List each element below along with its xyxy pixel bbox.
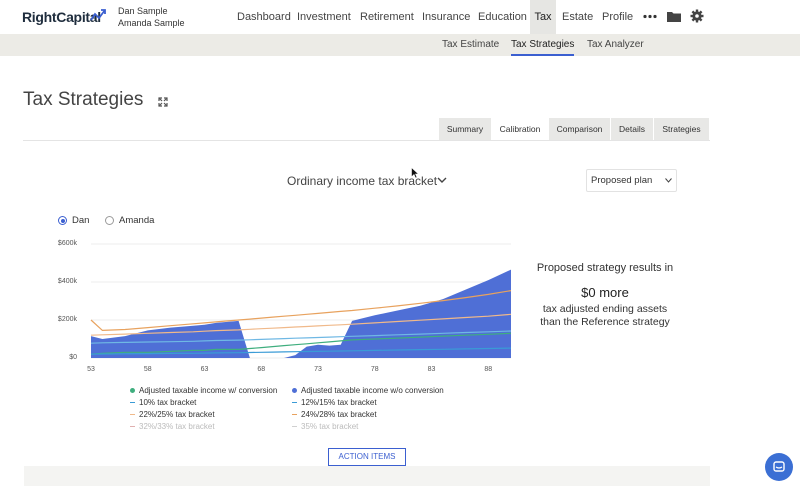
chat-button[interactable] bbox=[765, 453, 793, 481]
result-intro: Proposed strategy results in bbox=[536, 262, 674, 274]
legend-marker bbox=[292, 414, 297, 415]
legend-marker bbox=[130, 402, 135, 403]
x-tick-label: 73 bbox=[314, 366, 322, 373]
legend-item[interactable]: Adjusted taxable income w/ conversion bbox=[130, 386, 277, 395]
legend-item[interactable]: 35% tax bracket bbox=[292, 422, 358, 431]
legend-label: 22%/25% tax bracket bbox=[139, 410, 215, 419]
legend-item[interactable]: 10% tax bracket bbox=[130, 398, 196, 407]
x-tick-label: 63 bbox=[200, 366, 209, 373]
legend-marker bbox=[292, 426, 297, 427]
legend-item[interactable]: 24%/28% tax bracket bbox=[292, 410, 377, 419]
legend-item[interactable]: 32%/33% tax bracket bbox=[130, 422, 215, 431]
legend-marker bbox=[292, 388, 297, 393]
legend-item[interactable]: 22%/25% tax bracket bbox=[130, 410, 215, 419]
y-tick-label: $0 bbox=[69, 354, 77, 361]
legend-label: 35% tax bracket bbox=[301, 422, 359, 431]
y-tick-label: $400k bbox=[57, 278, 77, 285]
result-amount: $0 more bbox=[581, 285, 629, 300]
x-tick-label: 58 bbox=[143, 366, 152, 373]
y-tick-label: $200k bbox=[57, 316, 77, 323]
legend-marker bbox=[292, 402, 297, 403]
legend-label: Adjusted taxable income w/ conversion bbox=[139, 386, 278, 395]
tax-bracket-chart bbox=[90, 243, 512, 359]
x-tick-label: 68 bbox=[257, 366, 266, 373]
legend-marker bbox=[130, 426, 135, 427]
legend-marker bbox=[130, 388, 135, 393]
legend-label: Adjusted taxable income w/o conversion bbox=[301, 386, 444, 395]
legend-label: 32%/33% tax bracket bbox=[139, 422, 215, 431]
legend-label: 12%/15% tax bracket bbox=[301, 398, 377, 407]
result-line-3: tax adjusted ending assets bbox=[542, 303, 668, 315]
y-tick-label: $600k bbox=[57, 240, 77, 247]
action-items-button[interactable]: ACTION ITEMS bbox=[328, 448, 406, 466]
legend-marker bbox=[130, 414, 135, 415]
result-line-4: than the Reference strategy bbox=[540, 316, 670, 328]
chat-icon bbox=[773, 461, 785, 472]
x-tick-label: 53 bbox=[87, 366, 95, 373]
x-tick-label: 78 bbox=[370, 366, 379, 373]
legend-item[interactable]: 12%/15% tax bracket bbox=[292, 398, 377, 407]
legend-label: 10% tax bracket bbox=[139, 398, 197, 407]
legend-item[interactable]: Adjusted taxable income w/o conversion bbox=[292, 386, 444, 395]
result-description: tax adjusted ending assets than the Refe… bbox=[520, 303, 690, 329]
x-tick-label: 83 bbox=[427, 366, 436, 373]
next-section-strip bbox=[24, 466, 710, 486]
x-tick-label: 88 bbox=[484, 366, 493, 373]
legend-label: 24%/28% tax bracket bbox=[301, 410, 377, 419]
